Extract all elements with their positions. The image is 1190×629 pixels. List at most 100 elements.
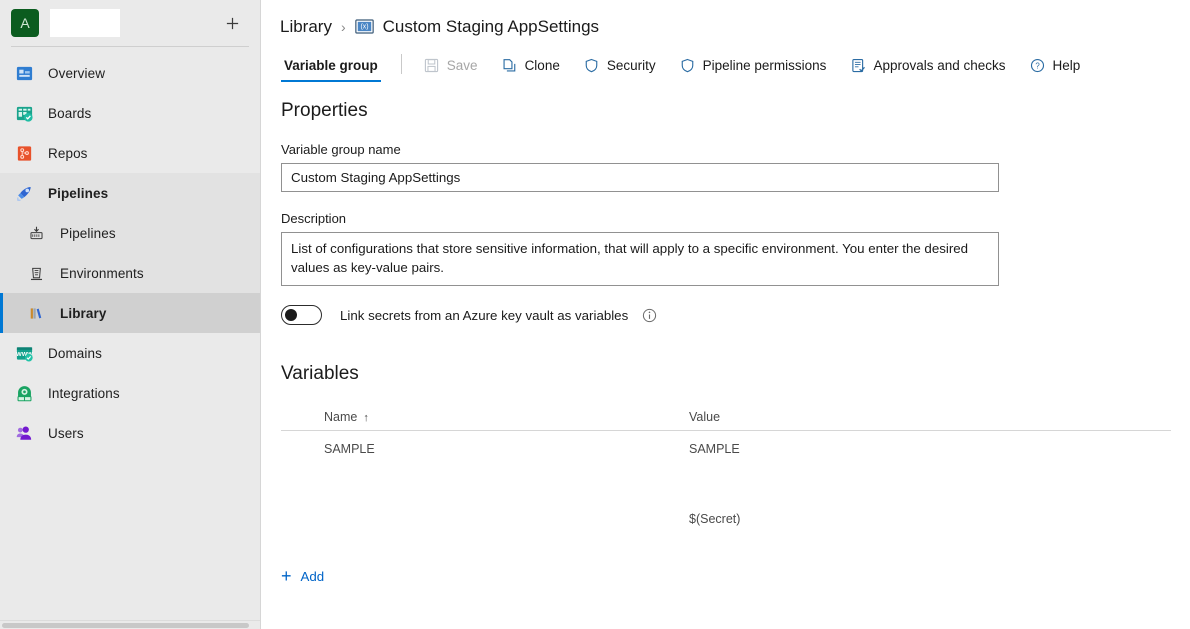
description-textarea[interactable]: List of configurations that store sensit… [281, 232, 999, 286]
pipeline-permissions-label: Pipeline permissions [702, 57, 827, 73]
toggle-knob [285, 309, 297, 321]
variable-group-name-input[interactable]: Custom Staging AppSettings [281, 163, 999, 192]
sidebar-item-label: Integrations [48, 385, 120, 401]
breadcrumb-link-library[interactable]: Library [280, 17, 332, 37]
properties-section: Properties Variable group name Custom St… [261, 82, 1190, 587]
keyvault-toggle-label: Link secrets from an Azure key vault as … [340, 307, 629, 323]
organization-row[interactable]: A [0, 0, 260, 46]
pipelines-sub-icon [26, 223, 46, 243]
tab-variable-group[interactable]: Variable group [281, 58, 381, 82]
save-button[interactable]: Save [418, 57, 484, 82]
sidebar-item-repos[interactable]: Repos [0, 133, 260, 173]
info-icon[interactable] [642, 308, 657, 323]
clone-button[interactable]: Clone [496, 57, 566, 82]
sidebar-item-pipelines[interactable]: Pipelines [0, 213, 260, 253]
environments-icon [26, 263, 46, 283]
shield-icon [584, 57, 600, 73]
sidebar-item-label: Overview [48, 65, 106, 81]
scrollbar-thumb[interactable] [2, 623, 249, 628]
sidebar-item-label: Users [48, 425, 84, 441]
breadcrumb: Library › (x) Custom Staging AppSettings [261, 0, 1190, 40]
breadcrumb-separator: › [340, 18, 346, 35]
sidebar-item-pipelines-group[interactable]: Pipelines [0, 173, 260, 213]
variable-group-name-label: Variable group name [281, 142, 401, 157]
variables-title: Variables [281, 363, 359, 384]
sidebar-item-library[interactable]: Library [0, 293, 260, 333]
sidebar-item-overview[interactable]: Overview [0, 53, 260, 93]
clone-label: Clone [524, 57, 560, 73]
add-variable-button[interactable]: + Add [281, 567, 324, 585]
sidebar-item-integrations[interactable]: Integrations [0, 373, 260, 413]
help-button[interactable]: ? Help [1024, 57, 1087, 82]
app-root: A Overview Boards Repos Pipelines Pipeli… [0, 0, 1190, 629]
security-button[interactable]: Security [578, 57, 662, 82]
column-header-name-label: Name [324, 409, 358, 424]
plus-icon [226, 17, 238, 29]
sidebar-item-boards[interactable]: Boards [0, 93, 260, 133]
sidebar-item-label: Boards [48, 105, 92, 121]
save-label: Save [446, 57, 478, 73]
description-label: Description [281, 211, 347, 226]
repos-icon [14, 143, 34, 163]
sidebar-item-users[interactable]: Users [0, 413, 260, 453]
variables-table: Name ↑ Value SAMPLE SAMPLE $(Secret) [281, 403, 1171, 537]
tab-label: Variable group [284, 58, 378, 73]
sidebar-item-label: Domains [48, 345, 102, 361]
domains-www-icon: WWW [14, 343, 34, 363]
sidebar-horizontal-scrollbar[interactable] [0, 620, 260, 629]
pipelines-rocket-icon [14, 183, 34, 203]
variable-name-cell[interactable]: SAMPLE [324, 442, 689, 456]
sidebar-item-label: Environments [60, 265, 144, 281]
sidebar-item-label: Library [60, 305, 107, 321]
approvals-checklist-icon [850, 57, 866, 73]
variables-table-header: Name ↑ Value [281, 403, 1171, 431]
approvals-and-checks-button[interactable]: Approvals and checks [844, 57, 1011, 82]
save-icon [424, 57, 440, 73]
organization-avatar: A [11, 9, 39, 37]
help-label: Help [1052, 57, 1081, 73]
svg-text:(x): (x) [360, 24, 368, 31]
column-header-name[interactable]: Name ↑ [324, 410, 689, 424]
sidebar-item-label: Pipelines [48, 185, 109, 201]
users-icon [14, 423, 34, 443]
variable-value-cell[interactable]: $(Secret) [689, 512, 1171, 526]
sidebar-nav-list: Overview Boards Repos Pipelines Pipeline… [0, 47, 260, 453]
page-title: Custom Staging AppSettings [382, 16, 600, 36]
properties-title: Properties [281, 100, 368, 121]
sidebar: A Overview Boards Repos Pipelines Pipeli… [0, 0, 261, 629]
sidebar-item-environments[interactable]: Environments [0, 253, 260, 293]
variable-value-cell[interactable]: SAMPLE [689, 442, 1171, 456]
add-new-button[interactable] [222, 13, 242, 33]
security-label: Security [606, 57, 656, 73]
description-field: Description List of configurations that … [281, 211, 1190, 286]
column-header-value[interactable]: Value [689, 410, 1171, 424]
keyvault-toggle[interactable] [281, 305, 322, 325]
boards-icon [14, 103, 34, 123]
plus-icon: + [281, 566, 292, 586]
pipeline-permissions-button[interactable]: Pipeline permissions [674, 57, 833, 82]
table-row[interactable]: $(Secret) [281, 501, 1171, 537]
toolbar: Variable group Save Clone Security Pipel… [261, 44, 1190, 82]
svg-text:?: ? [1035, 61, 1040, 70]
sidebar-item-domains[interactable]: WWW Domains [0, 333, 260, 373]
sidebar-item-label: Repos [48, 145, 88, 161]
clone-icon [502, 57, 518, 73]
shield-icon [680, 57, 696, 73]
sidebar-group-pipelines: Pipelines Pipelines Environments Library [0, 173, 260, 333]
variable-group-name-field: Variable group name Custom Staging AppSe… [281, 142, 1190, 192]
keyvault-toggle-row: Link secrets from an Azure key vault as … [281, 305, 1190, 325]
table-row[interactable]: SAMPLE SAMPLE [281, 431, 1171, 467]
library-books-icon [26, 303, 46, 323]
main-content: Library › (x) Custom Staging AppSettings… [261, 0, 1190, 629]
variable-group-icon: (x) [354, 18, 374, 35]
toolbar-separator [400, 54, 402, 74]
sidebar-item-label: Pipelines [60, 225, 116, 241]
approvals-and-checks-label: Approvals and checks [873, 57, 1006, 73]
overview-icon [14, 63, 34, 83]
add-variable-label: Add [300, 568, 325, 584]
organization-name-redacted [50, 9, 120, 37]
tab-active-underline [281, 80, 381, 82]
help-circle-icon: ? [1030, 57, 1046, 73]
sort-ascending-arrow: ↑ [363, 411, 369, 424]
integrations-icon [14, 383, 34, 403]
